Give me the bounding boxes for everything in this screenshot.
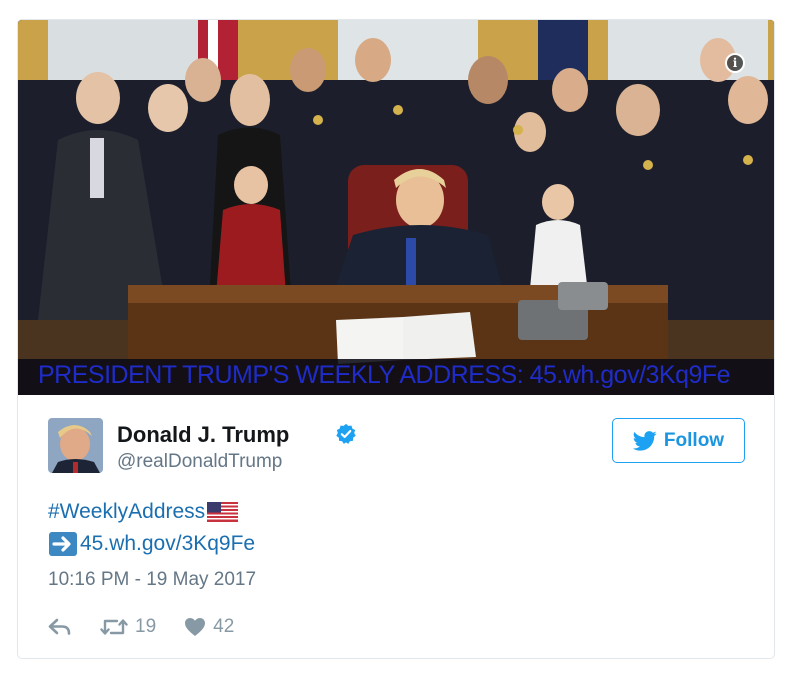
tweet-timestamp[interactable]: 10:16 PM - 19 May 2017 bbox=[48, 569, 256, 591]
hashtag-line: #WeeklyAddress bbox=[48, 496, 255, 528]
info-icon[interactable]: i bbox=[725, 53, 745, 73]
avatar-image bbox=[48, 418, 103, 473]
avatar[interactable] bbox=[48, 418, 103, 473]
tweet-text: #WeeklyAddress 45.wh.gov/3Kq9Fe bbox=[48, 496, 255, 560]
heart-icon bbox=[185, 618, 206, 636]
follow-label: Follow bbox=[663, 429, 725, 451]
short-link[interactable]: 45.wh.gov/3Kq9Fe bbox=[80, 528, 255, 560]
tweet-card: PRESIDENT TRUMP'S WEEKLY ADDRESS: 45.wh.… bbox=[17, 19, 775, 659]
hashtag-link[interactable]: #WeeklyAddress bbox=[48, 496, 205, 528]
twitter-bird-icon bbox=[632, 430, 657, 451]
follow-button[interactable]: Follow bbox=[612, 418, 745, 463]
like-count: 42 bbox=[213, 616, 235, 637]
user-handle[interactable]: @realDonaldTrump bbox=[117, 451, 282, 473]
display-name[interactable]: Donald J. Trump bbox=[117, 422, 289, 448]
photo-caption: PRESIDENT TRUMP'S WEEKLY ADDRESS: 45.wh.… bbox=[38, 361, 731, 389]
oval-office-photo bbox=[18, 20, 774, 395]
reply-icon bbox=[48, 618, 71, 635]
verified-badge-icon bbox=[336, 423, 356, 444]
like-button[interactable]: 42 bbox=[184, 616, 234, 638]
link-line: 45.wh.gov/3Kq9Fe bbox=[48, 528, 255, 560]
tweet-photo[interactable]: PRESIDENT TRUMP'S WEEKLY ADDRESS: 45.wh.… bbox=[18, 20, 774, 395]
right-arrow-icon bbox=[49, 532, 77, 556]
retweet-count: 19 bbox=[135, 616, 157, 637]
retweet-icon bbox=[100, 619, 128, 635]
tweet-actions: 19 42 bbox=[48, 614, 262, 640]
us-flag-icon bbox=[207, 502, 239, 522]
retweet-button[interactable]: 19 bbox=[100, 616, 156, 638]
reply-button[interactable] bbox=[48, 618, 72, 636]
